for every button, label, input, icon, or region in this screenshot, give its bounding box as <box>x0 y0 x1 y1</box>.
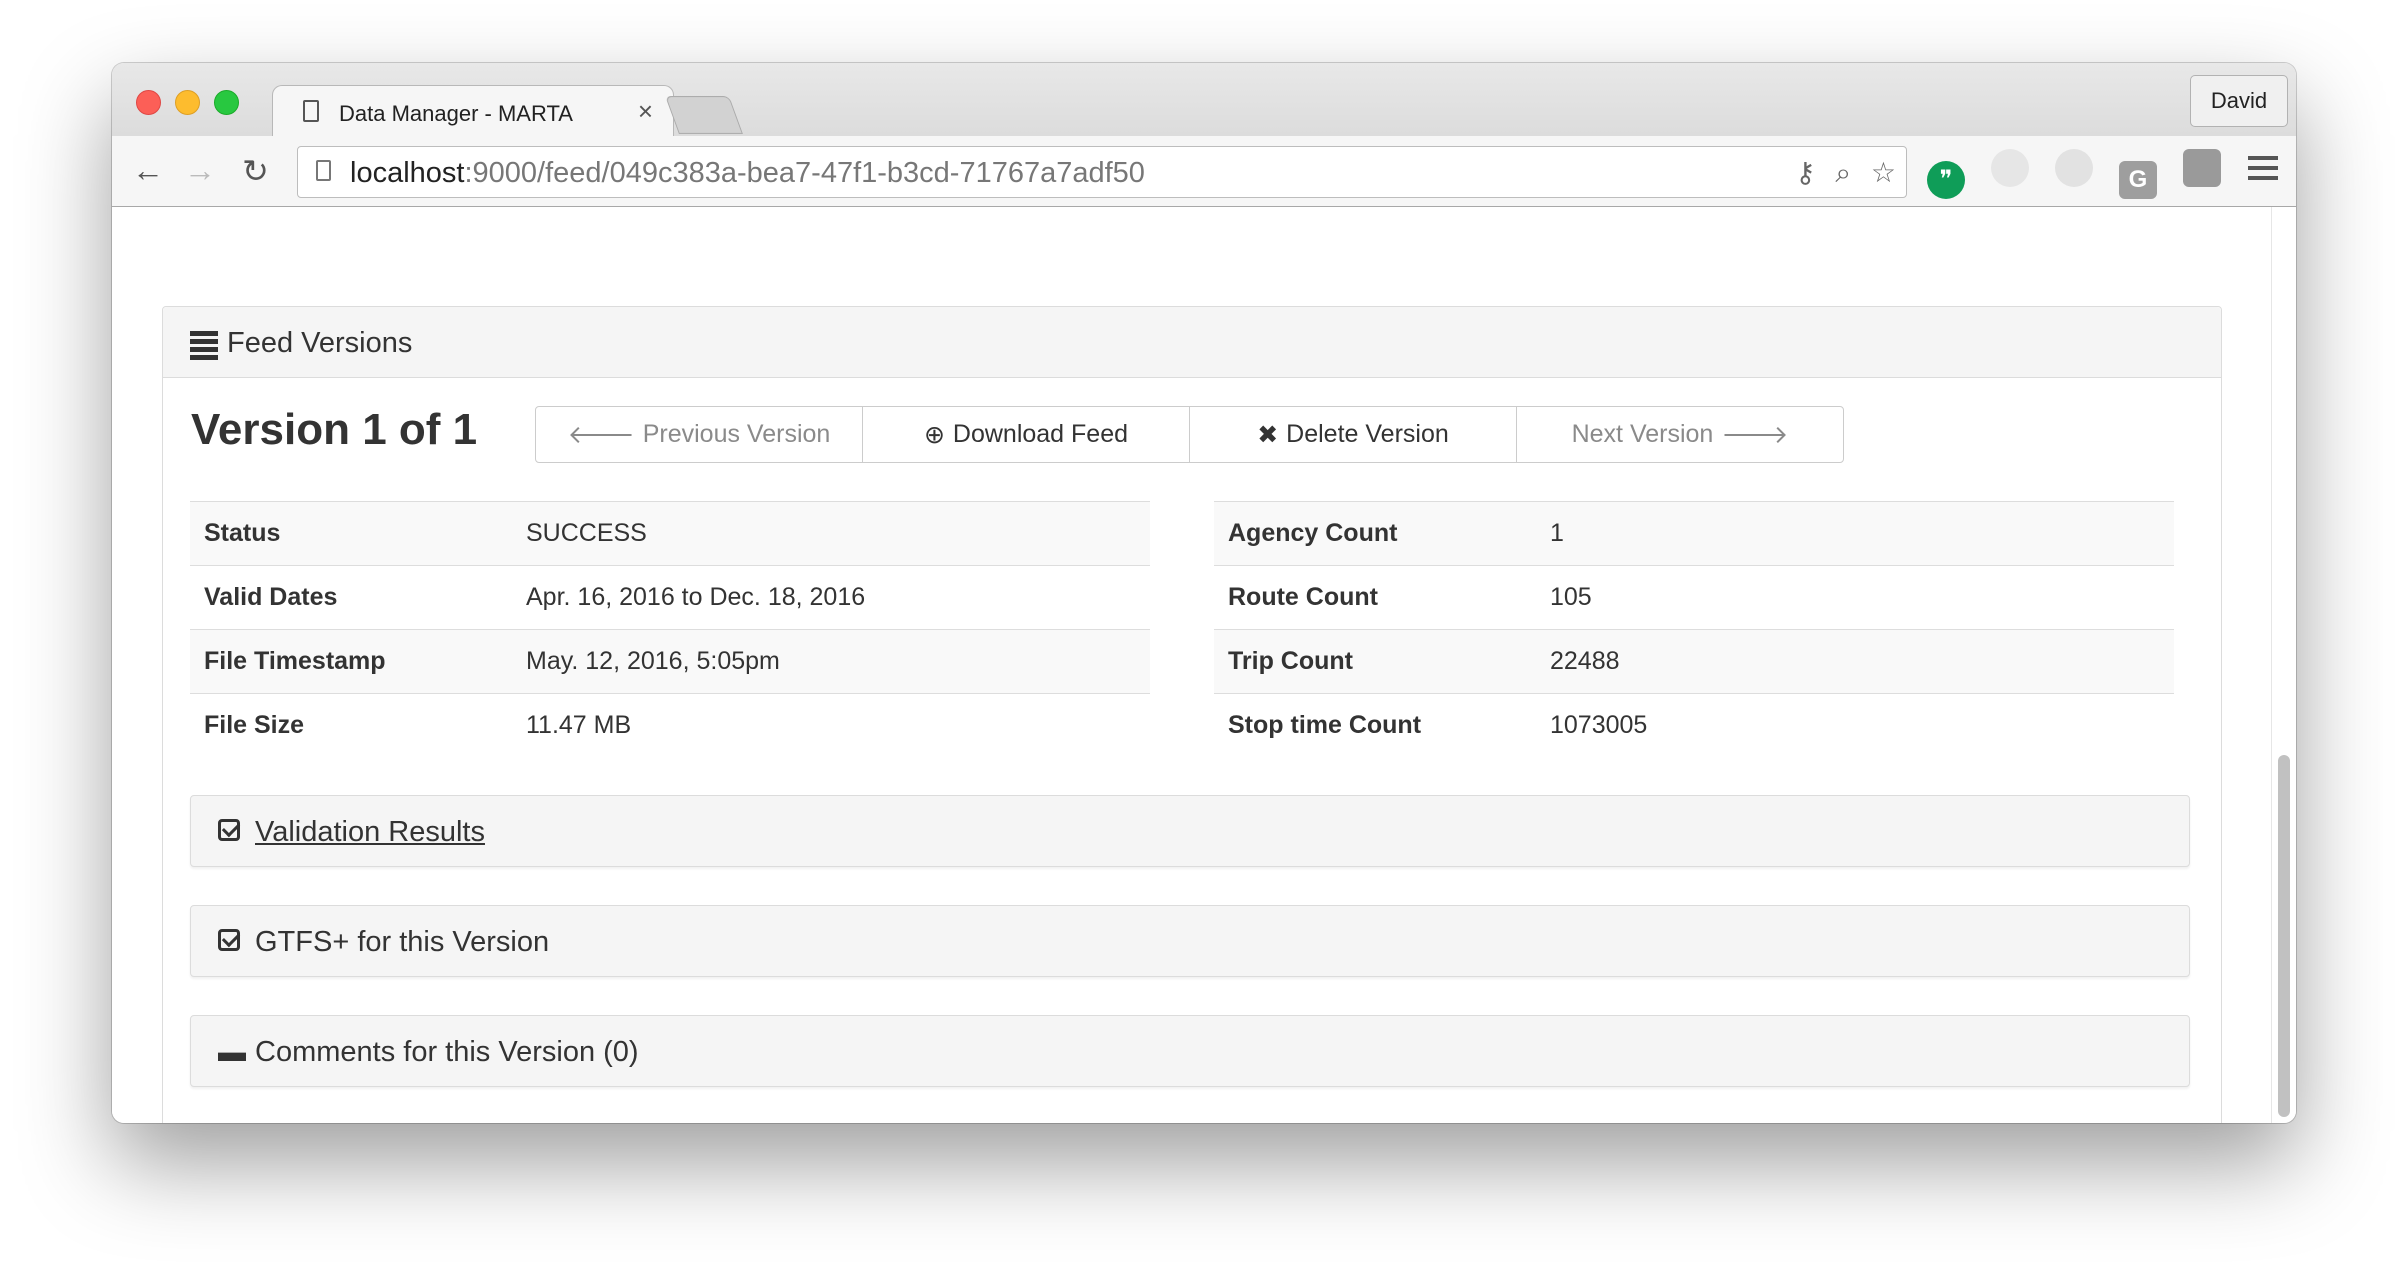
row-value: 11.47 MB <box>512 693 1150 757</box>
g-extension-icon[interactable]: G <box>2119 161 2157 199</box>
profile-button[interactable]: David <box>2190 75 2288 127</box>
table-row: Route Count 105 <box>1214 565 2174 630</box>
delete-version-label: Delete Version <box>1286 420 1449 448</box>
extension-icon[interactable] <box>2055 149 2093 187</box>
version-button-group: 🡐 Previous Version ⊕ Download Feed ✖ Del… <box>535 406 1844 463</box>
hangouts-extension-icon[interactable]: ❞ <box>1927 161 1965 199</box>
tab-title: Data Manager - MARTA <box>339 101 573 126</box>
comment-icon: ▬ <box>218 1036 246 1067</box>
browser-menu-icon[interactable] <box>2248 150 2278 186</box>
row-value: Apr. 16, 2016 to Dec. 18, 2016 <box>512 565 1150 630</box>
bookmark-star-icon[interactable]: ☆ <box>1871 157 1896 188</box>
table-row: Agency Count 1 <box>1214 501 2174 566</box>
row-label: Trip Count <box>1214 629 1536 694</box>
next-version-label: Next Version <box>1571 420 1714 448</box>
version-counts-table: Agency Count 1 Route Count 105 Trip Count 2… <box>1214 501 2174 757</box>
panel-heading: Feed Versions <box>163 307 2221 378</box>
page-viewport: Feed Versions Version 1 of 1 🡐 Previous … <box>112 207 2296 1123</box>
extension-icon[interactable] <box>1991 149 2029 187</box>
row-value: 1073005 <box>1536 693 2174 757</box>
version-title: Version 1 of 1 <box>191 405 478 454</box>
gtfs-plus-title: GTFS+ for this Version <box>255 926 550 958</box>
forward-arrow-icon[interactable]: → <box>184 152 216 189</box>
download-feed-button[interactable]: ⊕ Download Feed <box>862 406 1190 463</box>
tab-strip: Data Manager - MARTA × David <box>112 63 2296 138</box>
browser-tab[interactable]: Data Manager - MARTA × <box>272 85 674 138</box>
table-row: Trip Count 22488 <box>1214 629 2174 694</box>
key-icon[interactable]: ⚷ <box>1795 157 1816 188</box>
row-label: Stop time Count <box>1214 693 1536 757</box>
page-icon <box>303 100 319 122</box>
download-icon: ⊕ <box>923 420 945 449</box>
previous-version-button[interactable]: 🡐 Previous Version <box>535 406 863 463</box>
new-tab-button[interactable] <box>665 96 743 134</box>
table-row: Stop time Count 1073005 <box>1214 693 2174 757</box>
table-row: Status SUCCESS <box>190 501 1150 566</box>
validation-results-link[interactable]: Validation Results <box>255 816 485 849</box>
delete-icon: ✖ <box>1257 420 1279 449</box>
row-label: File Size <box>190 693 512 757</box>
delete-version-button[interactable]: ✖ Delete Version <box>1189 406 1517 463</box>
row-value: 105 <box>1536 565 2174 630</box>
maximize-window-button[interactable] <box>214 90 239 115</box>
row-value: 22488 <box>1536 629 2174 694</box>
row-label: Status <box>190 501 512 566</box>
comments-panel[interactable]: ▬ Comments for this Version (0) <box>190 1015 2190 1087</box>
table-row: File Timestamp May. 12, 2016, 5:05pm <box>190 629 1150 694</box>
address-bar[interactable]: localhost:9000/feed/049c383a-bea7-47f1-b… <box>297 146 1907 198</box>
page-info-icon[interactable] <box>316 160 331 181</box>
minimize-window-button[interactable] <box>175 90 200 115</box>
table-row: File Size 11.47 MB <box>190 693 1150 757</box>
close-window-button[interactable] <box>136 90 161 115</box>
arrow-left-icon: 🡐 <box>567 420 635 449</box>
tab-close-icon[interactable]: × <box>638 96 653 127</box>
validation-results-panel[interactable]: Validation Results <box>190 795 2190 867</box>
shield-extension-icon[interactable] <box>2183 149 2221 187</box>
extension-icons: ❞ G <box>1927 149 2247 199</box>
gtfs-plus-panel[interactable]: GTFS+ for this Version <box>190 905 2190 977</box>
url-host: localhost <box>350 157 465 189</box>
row-label: Agency Count <box>1214 501 1536 566</box>
arrow-right-icon: 🡒 <box>1721 420 1789 449</box>
url-path: :9000/feed/049c383a-bea7-47f1-b3cd-71767… <box>464 157 1145 189</box>
browser-toolbar: ← → ↻ localhost:9000/feed/049c383a-bea7-… <box>112 136 2296 207</box>
version-info-table: Status SUCCESS Valid Dates Apr. 16, 2016 t… <box>190 501 1150 757</box>
row-label: File Timestamp <box>190 629 512 694</box>
url-text[interactable]: localhost:9000/feed/049c383a-bea7-47f1-b… <box>350 157 1145 190</box>
zoom-icon[interactable]: ⌕ <box>1835 157 1851 188</box>
row-value: SUCCESS <box>512 501 1150 566</box>
previous-version-label: Previous Version <box>642 420 831 448</box>
row-label: Route Count <box>1214 565 1536 630</box>
row-value: May. 12, 2016, 5:05pm <box>512 629 1150 694</box>
back-arrow-icon[interactable]: ← <box>132 152 164 189</box>
reload-icon[interactable]: ↻ <box>242 152 269 190</box>
row-label: Valid Dates <box>190 565 512 630</box>
download-feed-label: Download Feed <box>952 420 1129 448</box>
feed-versions-panel: Feed Versions Version 1 of 1 🡐 Previous … <box>162 306 2222 1123</box>
scrollbar-thumb[interactable] <box>2278 755 2290 1117</box>
table-row: Valid Dates Apr. 16, 2016 to Dec. 18, 201… <box>190 565 1150 630</box>
comments-title: Comments for this Version (0) <box>255 1036 639 1068</box>
panel-title: Feed Versions <box>227 327 413 359</box>
browser-window: Data Manager - MARTA × David ← → ↻ local… <box>112 63 2296 1123</box>
check-square-icon <box>218 926 240 958</box>
row-value: 1 <box>1536 501 2174 566</box>
check-square-icon <box>218 816 240 848</box>
list-icon <box>190 331 218 363</box>
next-version-button[interactable]: Next Version 🡒 <box>1516 406 1844 463</box>
